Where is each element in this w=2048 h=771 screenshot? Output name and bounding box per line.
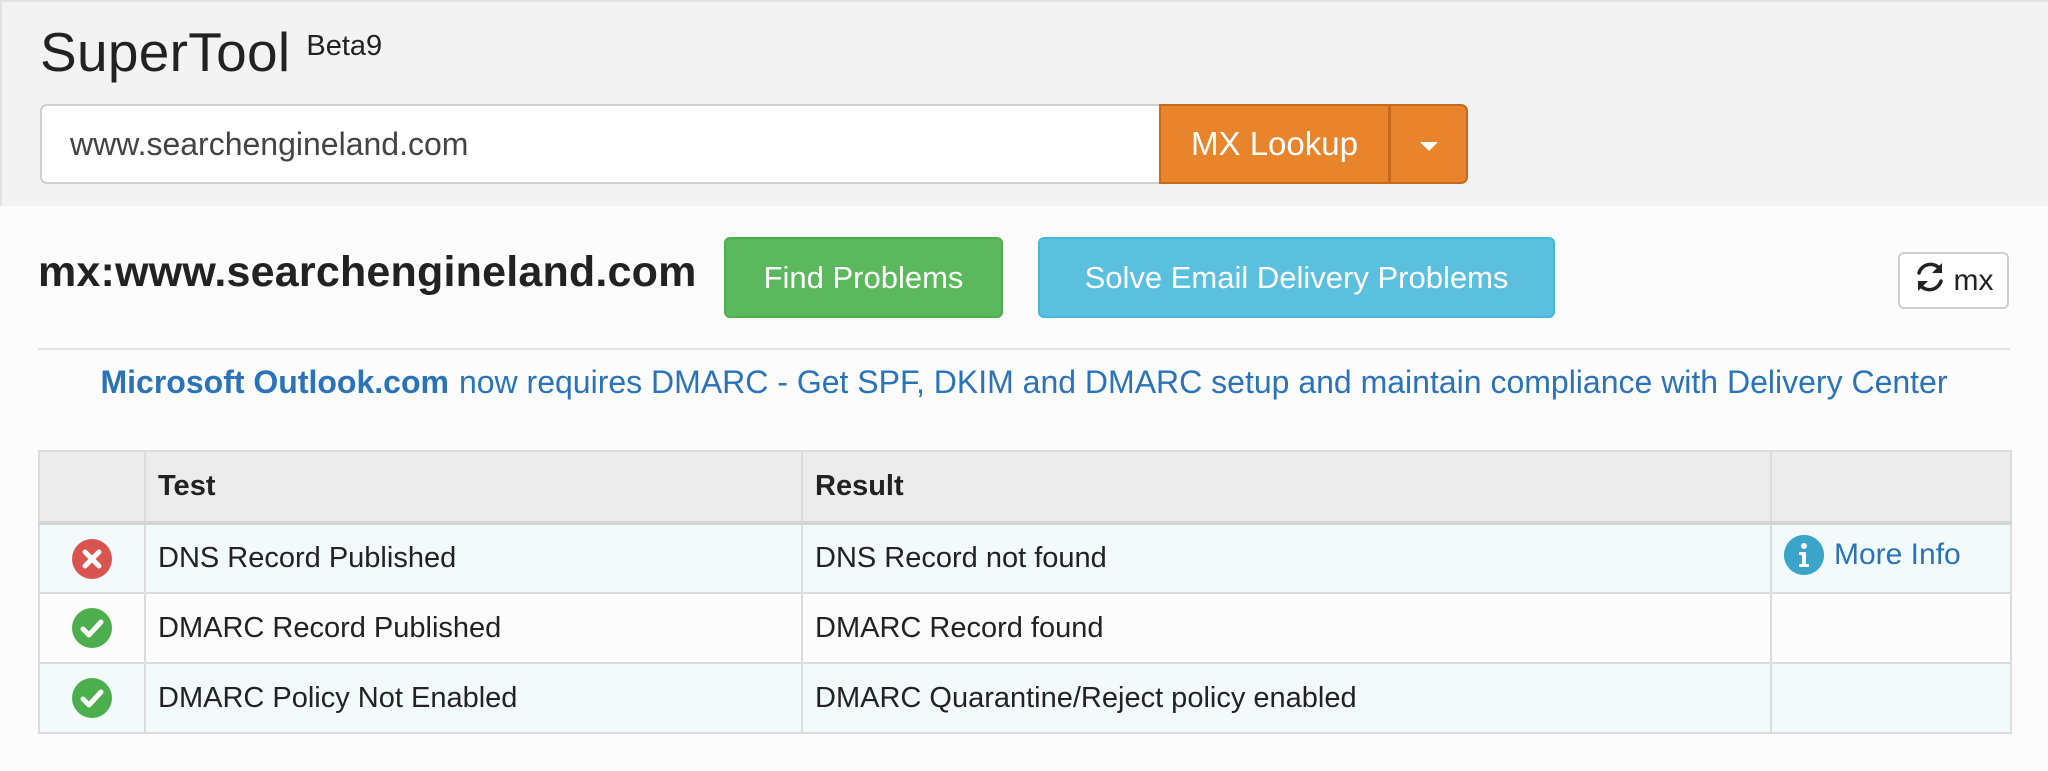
brand: SuperTool Beta9 (40, 20, 382, 84)
table-header-row: Test Result (38, 450, 2012, 525)
test-name: DNS Record Published (144, 522, 803, 594)
results-table: Test Result DNS Record Published DNS Rec… (38, 450, 2012, 734)
header-status (38, 450, 146, 525)
status-cell (38, 522, 146, 594)
caret-down-icon (1419, 141, 1438, 151)
lookup-dropdown-toggle[interactable] (1389, 104, 1468, 184)
header: SuperTool Beta9 MX Lookup (0, 0, 2048, 206)
refresh-button[interactable]: mx (1898, 252, 2009, 309)
check-circle-icon (72, 678, 112, 718)
mx-lookup-button[interactable]: MX Lookup (1159, 104, 1390, 184)
table-row: DMARC Policy Not Enabled DMARC Quarantin… (38, 662, 2012, 734)
header-info (1770, 450, 2012, 525)
promo-text: now requires DMARC - Get SPF, DKIM and D… (458, 363, 1948, 400)
refresh-icon (1914, 261, 1946, 301)
table-row: DMARC Record Published DMARC Record foun… (38, 592, 2012, 664)
status-cell (38, 662, 146, 734)
more-info-cell (1770, 592, 2012, 664)
test-name: DMARC Record Published (144, 592, 803, 664)
app-title: SuperTool (40, 21, 291, 83)
test-result: DMARC Quarantine/Reject policy enabled (801, 662, 1772, 734)
promo-brand: Microsoft Outlook.com (100, 363, 449, 400)
test-result: DMARC Record found (801, 592, 1772, 664)
more-info-cell: More Info (1770, 522, 2012, 594)
app-version: Beta9 (306, 30, 383, 62)
table-row: DNS Record Published DNS Record not foun… (38, 522, 2012, 594)
domain-search-input[interactable] (40, 104, 1160, 184)
more-info-cell (1770, 662, 2012, 734)
more-info-label: More Info (1834, 537, 1961, 571)
header-result: Result (801, 450, 1772, 525)
query-title: mx:www.searchengineland.com (38, 248, 697, 296)
status-cell (38, 592, 146, 664)
x-circle-icon (72, 538, 112, 579)
solve-email-delivery-button[interactable]: Solve Email Delivery Problems (1038, 237, 1555, 318)
info-icon (1784, 534, 1824, 575)
refresh-label: mx (1953, 263, 1994, 297)
test-result: DNS Record not found (801, 522, 1772, 594)
more-info-link[interactable]: More Info (1784, 534, 1961, 575)
promo-link[interactable]: Microsoft Outlook.com now requires DMARC… (38, 348, 2010, 414)
check-circle-icon (72, 608, 112, 648)
test-name: DMARC Policy Not Enabled (144, 662, 803, 734)
find-problems-button[interactable]: Find Problems (724, 237, 1003, 318)
header-test: Test (144, 450, 803, 525)
